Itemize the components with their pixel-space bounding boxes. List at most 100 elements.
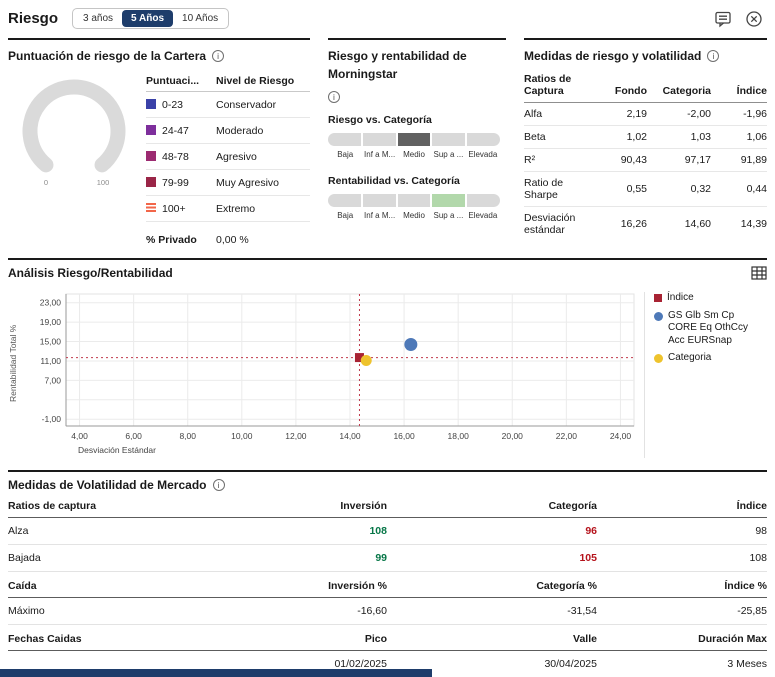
category-marker xyxy=(654,354,663,363)
svg-text:15,00: 15,00 xyxy=(40,337,62,347)
risk-measures-section: Medidas de riesgo y volatilidad i Ratios … xyxy=(524,38,767,246)
segment-high xyxy=(467,132,500,146)
aggressive-color-swatch xyxy=(146,150,156,161)
period-3y-button[interactable]: 3 años xyxy=(74,10,123,27)
table-row: Alza 108 96 98 xyxy=(8,518,767,545)
info-icon[interactable]: i xyxy=(707,50,720,63)
chart-legend: Índice GS Glb Sm Cp CORE Eq OthCcy Acc E… xyxy=(644,292,756,458)
feedback-icon[interactable] xyxy=(714,10,732,28)
table-row: 24-47 Moderado xyxy=(146,118,310,144)
info-icon[interactable]: i xyxy=(328,91,340,103)
table-row: 100+ Extremo xyxy=(146,196,310,222)
risk-measures-title: Medidas de riesgo y volatilidad xyxy=(524,49,702,63)
table-row: 48-78 Agresivo xyxy=(146,144,310,170)
level-label: Muy Agresivo xyxy=(216,176,280,189)
svg-text:18,00: 18,00 xyxy=(448,431,470,441)
level-label: Agresivo xyxy=(216,150,257,163)
segment-high xyxy=(467,193,500,207)
y-axis-label: Rentabilidad Total % xyxy=(8,324,18,402)
info-icon[interactable]: i xyxy=(212,50,225,63)
legend-item-index: Índice xyxy=(654,292,756,305)
segment-above-avg xyxy=(432,132,466,146)
segment-medium xyxy=(397,132,431,146)
svg-text:11,00: 11,00 xyxy=(40,356,61,366)
table-row: Alfa 2,19 -2,00 -1,96 xyxy=(524,103,767,126)
risk-page: Riesgo 3 años 5 Años 10 Años Puntuación … xyxy=(0,0,775,677)
svg-text:12,00: 12,00 xyxy=(285,431,307,441)
level-label: Moderado xyxy=(216,124,264,137)
close-icon[interactable] xyxy=(745,10,763,28)
risk-measures-header: Ratios de Captura Fondo Categoria Índice xyxy=(524,73,767,103)
risk-return-chart: 4,00 6,00 8,00 10,00 12,00 14,00 16,00 18,00 20,… xyxy=(40,293,635,455)
legend-item-category: Categoria xyxy=(654,352,756,365)
capture-ratios-header: Ratios de captura Inversión Categoría Ín… xyxy=(8,492,767,518)
very-aggressive-color-swatch xyxy=(146,176,156,187)
range-label: 100+ xyxy=(162,202,186,215)
svg-text:Desviación Estándar: Desviación Estándar xyxy=(78,445,156,455)
private-value: 0,00 % xyxy=(216,234,249,246)
svg-text:16,00: 16,00 xyxy=(393,431,415,441)
fund-marker xyxy=(654,311,663,321)
index-marker xyxy=(654,294,662,302)
svg-text:7,00: 7,00 xyxy=(44,375,61,385)
range-label: 79-99 xyxy=(162,176,189,189)
risk-measures-table: Ratios de Captura Fondo Categoria Índice… xyxy=(524,73,767,241)
period-10y-button[interactable]: 10 Años xyxy=(173,10,228,27)
drawdown-header: Caída Inversión % Categoría % Índice % xyxy=(8,572,767,598)
summary-columns: Puntuación de riesgo de la Cartera i 0 10… xyxy=(0,38,775,246)
morningstar-section: Riesgo y rentabilidad de Morningstar i R… xyxy=(328,38,506,246)
private-percent-row: % Privado 0,00 % xyxy=(146,222,310,246)
legend-item-fund: GS Glb Sm Cp CORE Eq OthCcy Acc EURSnap xyxy=(654,310,756,348)
table-row: Máximo -16,60 -31,54 -25,85 xyxy=(8,598,767,625)
segment-low xyxy=(328,132,361,146)
svg-text:24,00: 24,00 xyxy=(610,431,632,441)
table-row: Ratio de Sharpe 0,55 0,32 0,44 xyxy=(524,172,767,207)
return-vs-category-bar xyxy=(328,193,500,207)
gauge-min-label: 0 xyxy=(44,178,48,187)
return-scale-labels: Baja Inf a M... Medio Sup a ... Elevada xyxy=(337,210,498,220)
info-icon[interactable]: i xyxy=(212,479,225,492)
risk-score-gauge: 0 100 xyxy=(8,73,140,246)
col-level-label: Nivel de Riesgo xyxy=(216,75,295,87)
table-row: 0-23 Conservador xyxy=(146,92,310,118)
range-label: 0-23 xyxy=(162,98,184,111)
market-volatility-section: Medidas de Volatilidad de Mercado i Ratio… xyxy=(8,470,767,677)
private-label: % Privado xyxy=(146,234,197,246)
risk-vs-category-label: Riesgo vs. Categoría xyxy=(328,113,432,126)
period-toggle: 3 años 5 Años 10 Años xyxy=(72,8,230,29)
return-vs-category-label: Rentabilidad vs. Categoría xyxy=(328,174,460,187)
range-label: 48-78 xyxy=(162,150,189,163)
svg-text:4,00: 4,00 xyxy=(71,431,88,441)
risk-scale-labels: Baja Inf a M... Medio Sup a ... Elevada xyxy=(337,149,498,159)
period-5y-button[interactable]: 5 Años xyxy=(122,10,174,27)
svg-text:22,00: 22,00 xyxy=(556,431,578,441)
risk-return-analysis-title: Análisis Riesgo/Rentabilidad xyxy=(8,266,173,280)
portfolio-risk-title: Puntuación de riesgo de la Cartera xyxy=(8,49,207,63)
next-section-bar xyxy=(0,669,432,677)
conservative-color-swatch xyxy=(146,98,156,109)
risk-level-table: Puntuaci... Nivel de Riesgo 0-23 Conserv… xyxy=(146,73,310,246)
svg-text:19,00: 19,00 xyxy=(40,317,62,327)
range-label: 24-47 xyxy=(162,124,189,137)
risk-vs-category-bar xyxy=(328,132,500,146)
table-row: 79-99 Muy Agresivo xyxy=(146,170,310,196)
segment-above-avg xyxy=(432,193,466,207)
col-score-label: Puntuaci... xyxy=(146,75,200,87)
header-icons xyxy=(714,10,767,28)
table-row: Bajada 99 105 108 xyxy=(8,545,767,572)
svg-text:6,00: 6,00 xyxy=(125,431,142,441)
moderate-color-swatch xyxy=(146,124,156,135)
table-row: R² 90,43 97,17 91,89 xyxy=(524,149,767,172)
segment-below-avg xyxy=(362,193,396,207)
risk-level-table-header: Puntuaci... Nivel de Riesgo xyxy=(146,73,310,92)
svg-text:-1,00: -1,00 xyxy=(42,414,62,424)
svg-text:8,00: 8,00 xyxy=(179,431,196,441)
svg-text:14,00: 14,00 xyxy=(339,431,361,441)
risk-return-analysis-section: Análisis Riesgo/Rentabilidad Rentabilida… xyxy=(8,258,767,458)
market-volatility-title: Medidas de Volatilidad de Mercado xyxy=(8,478,207,492)
page-title: Riesgo xyxy=(8,10,59,27)
table-row: Desviación estándar 16,26 14,60 14,39 xyxy=(524,212,767,236)
segment-below-avg xyxy=(362,132,396,146)
segment-low xyxy=(328,193,361,207)
table-view-icon[interactable] xyxy=(751,266,767,280)
